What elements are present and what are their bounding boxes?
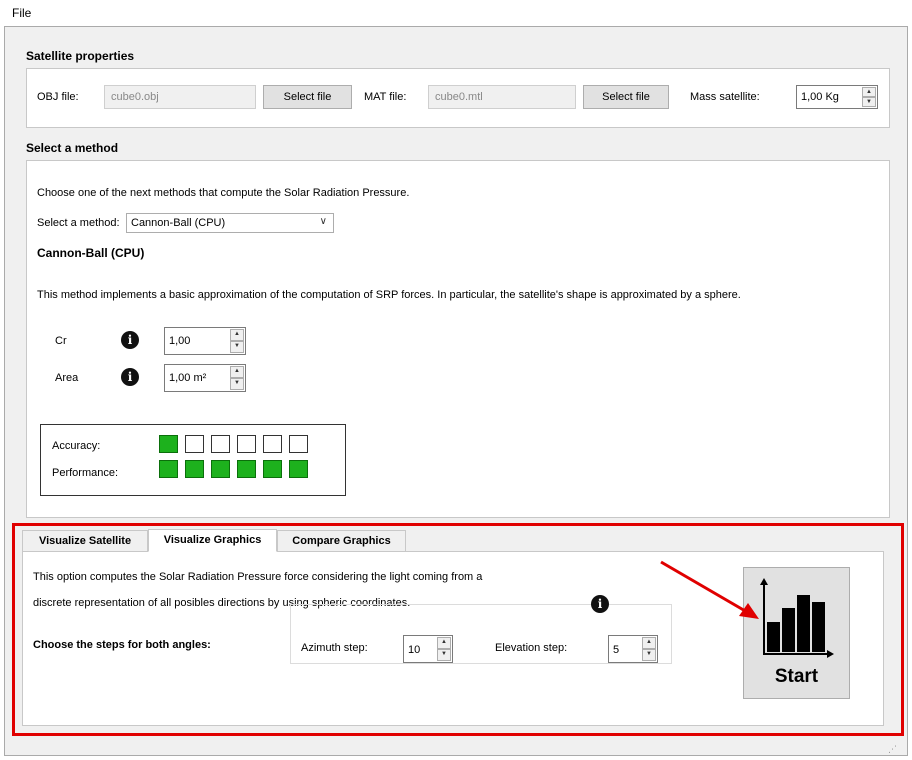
satellite-properties-title: Satellite properties [26,49,135,63]
mass-satellite-spinbox[interactable]: 1,00 Kg ▲ ▼ [796,85,878,109]
spin-up-icon[interactable]: ▲ [230,329,244,341]
spin-down-icon[interactable]: ▼ [230,341,244,353]
info-icon[interactable]: i [121,331,139,349]
menu-file[interactable]: File [12,6,31,20]
mass-satellite-value: 1,00 Kg [801,91,839,103]
cr-value: 1,00 [169,335,191,347]
accuracy-square [263,435,282,453]
method-combobox[interactable]: Cannon-Ball (CPU) ∨ [126,213,334,233]
performance-square [237,460,256,478]
performance-label: Performance: [52,467,119,479]
mat-select-file-button[interactable]: Select file [583,85,669,109]
accuracy-square [289,435,308,453]
chevron-down-icon: ∨ [319,216,327,227]
spin-up-icon[interactable]: ▲ [862,87,876,97]
spin-up-icon[interactable]: ▲ [230,366,244,378]
performance-square [211,460,230,478]
accuracy-square [237,435,256,453]
performance-square [159,460,178,478]
obj-file-label: OBJ file: [37,91,79,103]
spin-down-icon[interactable]: ▼ [230,378,244,390]
mat-file-field[interactable]: cube0.mtl [428,85,576,109]
cr-spinbox[interactable]: 1,00 ▲ ▼ [164,327,246,355]
info-icon[interactable]: i [121,368,139,386]
select-method-label: Select a method: [37,217,120,229]
accuracy-square [211,435,230,453]
obj-select-file-button[interactable]: Select file [263,85,352,109]
area-spinbox[interactable]: 1,00 m² ▲ ▼ [164,364,246,392]
accuracy-square [185,435,204,453]
mat-file-label: MAT file: [364,91,407,103]
method-intro-text: Choose one of the next methods that comp… [37,187,410,199]
resize-grip-icon[interactable]: ⋰ [888,744,897,755]
performance-square [263,460,282,478]
area-value: 1,00 m² [169,372,207,384]
method-heading: Cannon-Ball (CPU) [37,246,145,260]
accuracy-square [159,435,178,453]
method-combobox-value: Cannon-Ball (CPU) [131,217,226,229]
highlight-frame [12,523,904,736]
spin-down-icon[interactable]: ▼ [862,97,876,107]
cr-label: Cr [55,335,67,347]
obj-file-field[interactable]: cube0.obj [104,85,256,109]
mass-satellite-label: Mass satellite: [690,91,760,103]
select-method-title: Select a method [26,141,119,155]
performance-square [185,460,204,478]
accuracy-label: Accuracy: [52,440,101,452]
performance-square [289,460,308,478]
method-description: This method implements a basic approxima… [37,289,741,301]
menu-bar: File [0,0,912,26]
area-label: Area [55,372,79,384]
